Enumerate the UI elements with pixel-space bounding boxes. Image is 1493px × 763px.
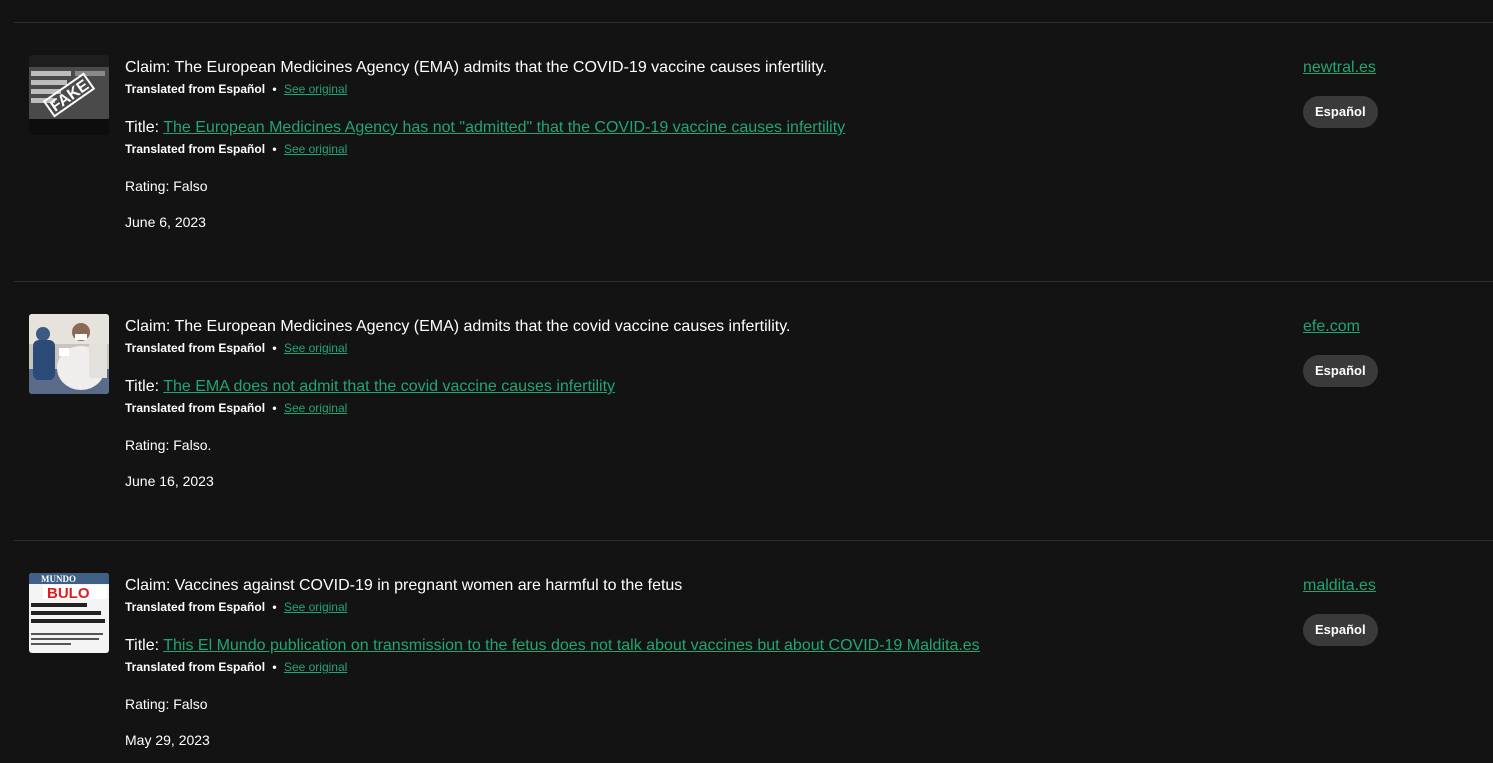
article-title-link[interactable]: This El Mundo publication on transmissio… bbox=[163, 637, 979, 654]
see-original-link[interactable]: See original bbox=[284, 82, 347, 96]
source-link[interactable]: efe.com bbox=[1303, 317, 1360, 336]
see-original-link[interactable]: See original bbox=[284, 660, 347, 674]
claim-body: The European Medicines Agency (EMA) admi… bbox=[174, 318, 791, 335]
bullet-separator: • bbox=[272, 341, 277, 355]
bullet-separator: • bbox=[272, 401, 277, 415]
result-card: Claim: The European Medicines Agency (EM… bbox=[0, 282, 1493, 540]
claim-prefix: Claim: bbox=[125, 59, 175, 76]
result-card: MUNDO BULO Claim: Vaccines against COVID… bbox=[0, 541, 1493, 763]
translated-from-label: Translated from Español bbox=[125, 401, 266, 415]
language-badge[interactable]: Español bbox=[1303, 96, 1378, 128]
rating-text: Rating: Falso bbox=[125, 178, 208, 194]
bullet-separator: • bbox=[272, 600, 277, 614]
pregnant-woman-vaccination-thumbnail[interactable] bbox=[29, 314, 109, 394]
source-link[interactable]: newtral.es bbox=[1303, 58, 1376, 77]
article-title: Title: The EMA does not admit that the c… bbox=[125, 377, 615, 396]
see-original-link[interactable]: See original bbox=[284, 142, 347, 156]
claim-text: Claim: The European Medicines Agency (EM… bbox=[125, 317, 791, 336]
claim-prefix: Claim: bbox=[125, 577, 175, 594]
translation-note: Translated from Español • See original bbox=[125, 600, 347, 614]
translated-from-label: Translated from Español bbox=[125, 660, 266, 674]
claim-text: Claim: The European Medicines Agency (EM… bbox=[125, 58, 827, 77]
rating-text: Rating: Falso bbox=[125, 696, 208, 712]
source-link[interactable]: maldita.es bbox=[1303, 576, 1376, 595]
translation-note: Translated from Español • See original bbox=[125, 341, 347, 355]
fact-check-results-list: FAKE Claim: The European Medicines Agenc… bbox=[0, 0, 1493, 763]
bullet-separator: • bbox=[272, 142, 277, 156]
mundo-masthead-text: MUNDO bbox=[41, 574, 76, 584]
translation-note: Translated from Español • See original bbox=[125, 660, 347, 674]
bulo-stamp-text: BULO bbox=[47, 585, 90, 602]
publish-date: June 6, 2023 bbox=[125, 214, 206, 230]
translated-from-label: Translated from Español bbox=[125, 142, 266, 156]
claim-body: Vaccines against COVID-19 in pregnant wo… bbox=[174, 577, 683, 594]
translated-from-label: Translated from Español bbox=[125, 341, 266, 355]
title-prefix: Title: bbox=[125, 637, 164, 654]
claim-text: Claim: Vaccines against COVID-19 in preg… bbox=[125, 576, 682, 595]
result-card: FAKE Claim: The European Medicines Agenc… bbox=[0, 23, 1493, 281]
publish-date: June 16, 2023 bbox=[125, 473, 214, 489]
title-prefix: Title: bbox=[125, 119, 164, 136]
bullet-separator: • bbox=[272, 660, 277, 674]
claim-prefix: Claim: bbox=[125, 318, 175, 335]
see-original-link[interactable]: See original bbox=[284, 600, 347, 614]
translation-note: Translated from Español • See original bbox=[125, 401, 347, 415]
article-title-link[interactable]: The EMA does not admit that the covid va… bbox=[163, 378, 615, 395]
article-title-link[interactable]: The European Medicines Agency has not "a… bbox=[163, 119, 845, 136]
translation-note: Translated from Español • See original bbox=[125, 142, 347, 156]
translated-from-label: Translated from Español bbox=[125, 600, 266, 614]
translation-note: Translated from Español • See original bbox=[125, 82, 347, 96]
el-mundo-bulo-thumbnail[interactable]: MUNDO BULO bbox=[29, 573, 109, 653]
translated-from-label: Translated from Español bbox=[125, 82, 266, 96]
language-badge[interactable]: Español bbox=[1303, 614, 1378, 646]
bullet-separator: • bbox=[272, 82, 277, 96]
see-original-link[interactable]: See original bbox=[284, 341, 347, 355]
title-prefix: Title: bbox=[125, 378, 164, 395]
article-title: Title: The European Medicines Agency has… bbox=[125, 118, 845, 137]
language-badge[interactable]: Español bbox=[1303, 355, 1378, 387]
rating-text: Rating: Falso. bbox=[125, 437, 212, 453]
article-title: Title: This El Mundo publication on tran… bbox=[125, 636, 980, 655]
publish-date: May 29, 2023 bbox=[125, 732, 210, 748]
fake-newspaper-thumbnail[interactable]: FAKE bbox=[29, 55, 109, 135]
claim-body: The European Medicines Agency (EMA) admi… bbox=[174, 59, 827, 76]
see-original-link[interactable]: See original bbox=[284, 401, 347, 415]
